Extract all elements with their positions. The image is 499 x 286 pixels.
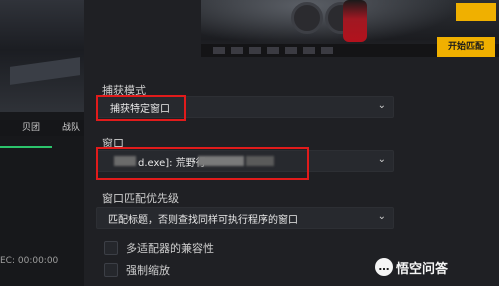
tab-team[interactable]: 贝团 — [22, 120, 40, 136]
hud-icon — [267, 47, 279, 54]
chevron-down-icon: ⌄ — [377, 211, 386, 222]
hud-icon — [249, 47, 261, 54]
match-priority-label: 窗口匹配优先级 — [102, 192, 179, 205]
option-label: 强制缩放 — [126, 264, 170, 277]
hud-icon — [231, 47, 243, 54]
brand-watermark: 悟空问答 — [396, 262, 449, 277]
start-match-button[interactable]: 开始匹配 — [437, 37, 495, 57]
hud-icon — [303, 47, 315, 54]
hud-icon — [321, 47, 333, 54]
brand-logo-icon: … — [375, 258, 393, 276]
capture-preview: 开始匹配 — [201, 0, 499, 57]
tab-squad[interactable]: 战队 — [62, 120, 80, 136]
timecode-readout: EC: 00:00:00 — [0, 256, 59, 266]
option-multi-adapter[interactable]: 多适配器的兼容性 — [104, 240, 304, 256]
checkbox[interactable] — [104, 263, 118, 277]
option-label: 多适配器的兼容性 — [126, 242, 214, 255]
highlight-box-capture-mode — [96, 95, 186, 121]
checkbox[interactable] — [104, 241, 118, 255]
hud-icon — [213, 47, 225, 54]
highlight-box-window — [96, 147, 309, 180]
match-priority-value: 匹配标题，否则查找同样可执行程序的窗口 — [108, 215, 298, 226]
left-tab-bar: 贝团 战队 — [0, 120, 84, 136]
left-preview-thumbnail — [0, 0, 84, 112]
chevron-down-icon: ⌄ — [377, 100, 386, 111]
character-figure — [343, 0, 367, 42]
preview-badge — [456, 3, 496, 21]
option-force-scaling[interactable]: 强制缩放 — [104, 262, 304, 278]
match-priority-select[interactable]: 匹配标题，否则查找同样可执行程序的窗口 ⌄ — [96, 207, 394, 229]
vehicle-wheel — [291, 2, 323, 34]
active-tab-indicator — [0, 146, 52, 148]
hud-icon — [285, 47, 297, 54]
chevron-down-icon: ⌄ — [377, 154, 386, 165]
